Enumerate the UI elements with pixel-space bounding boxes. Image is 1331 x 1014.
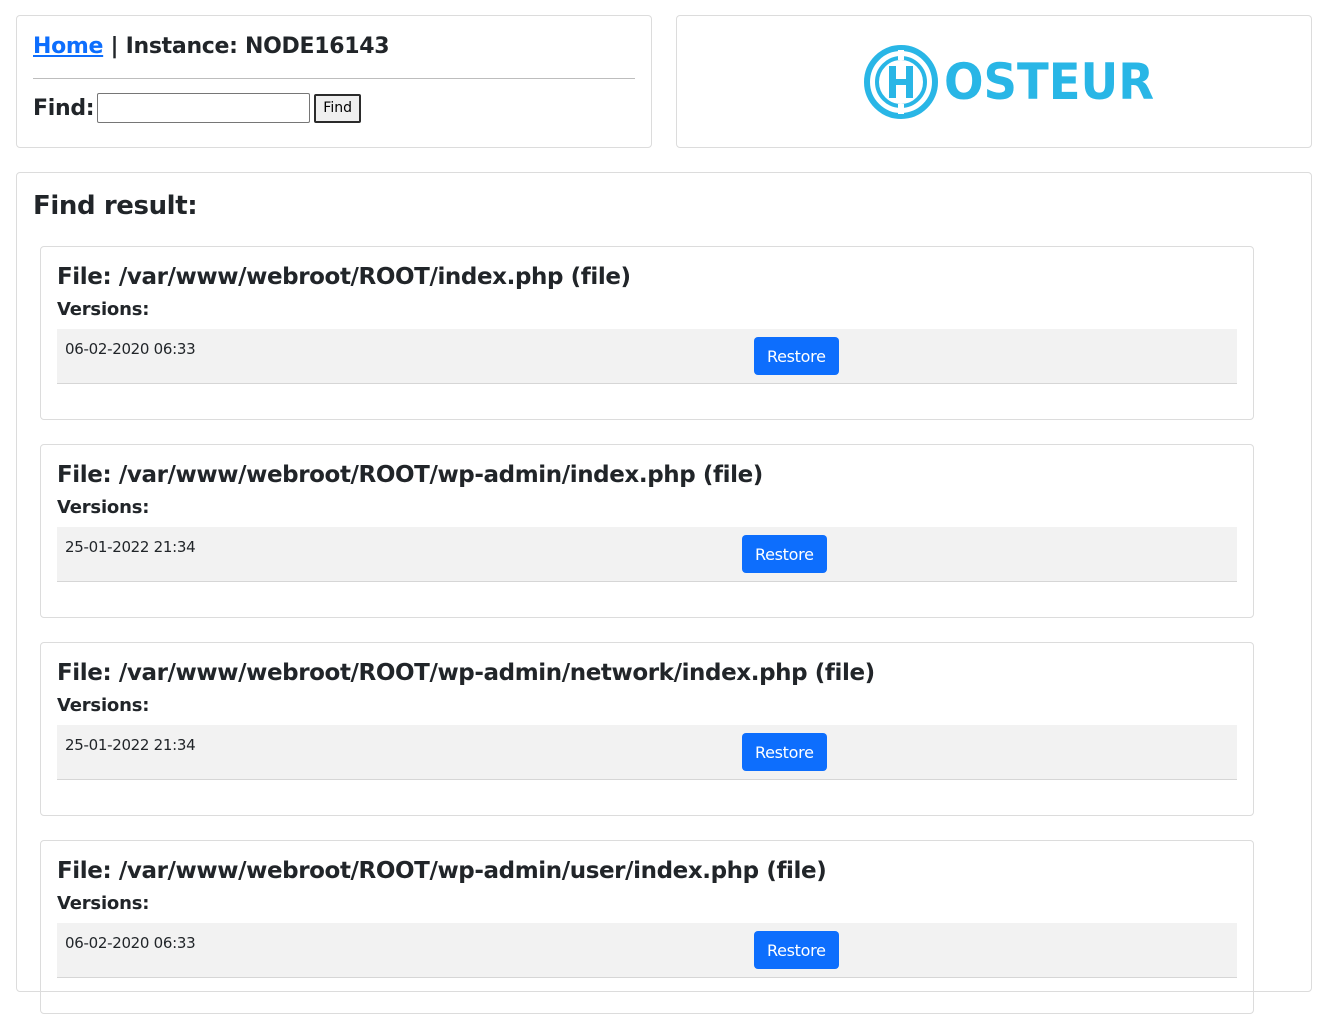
version-row: 25-01-2022 21:34 Restore — [57, 725, 1237, 780]
search-input[interactable] — [97, 93, 311, 123]
version-date: 06-02-2020 06:33 — [65, 934, 196, 952]
file-title-prefix: File: — [57, 858, 112, 884]
versions-label: Versions: — [57, 893, 150, 914]
home-link[interactable]: Home — [33, 34, 103, 59]
logo-monogram-icon — [864, 45, 938, 119]
file-type: (file) — [702, 462, 763, 488]
header-separator: | — [110, 34, 119, 59]
file-title-prefix: File: — [57, 660, 112, 686]
restore-button[interactable]: Restore — [754, 931, 839, 969]
file-type: (file) — [814, 660, 875, 686]
file-type: (file) — [766, 858, 827, 884]
version-row: 06-02-2020 06:33 Restore — [57, 923, 1237, 978]
header-card: Home | Instance: NODE16143 Find: Find — [16, 15, 652, 148]
find-label: Find: — [33, 95, 95, 121]
divider — [33, 78, 635, 79]
logo-text: OSTEUR — [944, 53, 1155, 111]
restore-button[interactable]: Restore — [742, 733, 827, 771]
file-result: File: /var/www/webroot/ROOT/wp-admin/use… — [40, 840, 1254, 1014]
file-type: (file) — [570, 264, 631, 290]
file-result: File: /var/www/webroot/ROOT/wp-admin/net… — [40, 642, 1254, 816]
file-path: /var/www/webroot/ROOT/index.php — [118, 264, 564, 290]
search-form: Find: Find — [33, 93, 635, 123]
file-title: File: /var/www/webroot/ROOT/wp-admin/use… — [57, 855, 1237, 887]
file-title-prefix: File: — [57, 264, 112, 290]
file-title-prefix: File: — [57, 462, 112, 488]
file-path: /var/www/webroot/ROOT/wp-admin/index.php — [118, 462, 696, 488]
versions-label: Versions: — [57, 299, 150, 320]
restore-button[interactable]: Restore — [754, 337, 839, 375]
file-result: File: /var/www/webroot/ROOT/wp-admin/ind… — [40, 444, 1254, 618]
file-result: File: /var/www/webroot/ROOT/index.php (f… — [40, 246, 1254, 420]
version-date: 25-01-2022 21:34 — [65, 736, 196, 754]
file-title: File: /var/www/webroot/ROOT/wp-admin/ind… — [57, 459, 1237, 491]
version-date: 06-02-2020 06:33 — [65, 340, 196, 358]
results-title: Find result: — [33, 191, 198, 221]
version-row: 06-02-2020 06:33 Restore — [57, 329, 1237, 384]
file-path: /var/www/webroot/ROOT/wp-admin/user/inde… — [118, 858, 759, 884]
logo-card: OSTEUR — [676, 15, 1312, 148]
version-row: 25-01-2022 21:34 Restore — [57, 527, 1237, 582]
hosteur-logo: OSTEUR — [863, 44, 1170, 120]
version-date: 25-01-2022 21:34 — [65, 538, 196, 556]
find-button[interactable]: Find — [314, 93, 361, 123]
file-title: File: /var/www/webroot/ROOT/index.php (f… — [57, 261, 1237, 293]
file-path: /var/www/webroot/ROOT/wp-admin/network/i… — [118, 660, 808, 686]
versions-label: Versions: — [57, 497, 150, 518]
file-title: File: /var/www/webroot/ROOT/wp-admin/net… — [57, 657, 1237, 689]
versions-label: Versions: — [57, 695, 150, 716]
page-header: Home | Instance: NODE16143 — [33, 32, 635, 62]
instance-label: Instance: — [125, 34, 238, 59]
restore-button[interactable]: Restore — [742, 535, 827, 573]
instance-id: NODE16143 — [245, 34, 390, 59]
